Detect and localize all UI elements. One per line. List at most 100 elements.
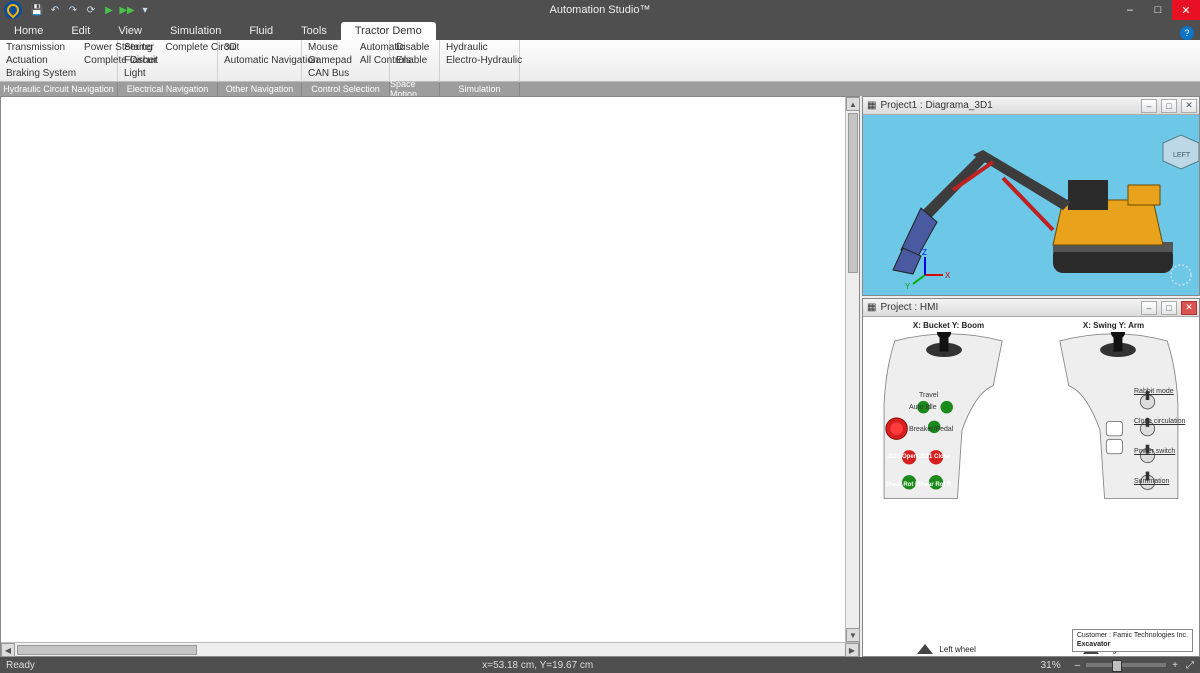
zoom-slider[interactable]: [1086, 663, 1166, 667]
cmd-braking-system[interactable]: Braking System: [6, 67, 76, 80]
scroll-up-icon[interactable]: ▲: [846, 97, 860, 111]
svg-text:Y: Y: [905, 282, 911, 291]
minimize-button[interactable]: –: [1116, 0, 1144, 20]
lbl-jopen: J031 Open: [887, 454, 917, 460]
lbl-sum: Summation: [1134, 478, 1169, 485]
menu-tabs: Home Edit View Simulation Fluid Tools Tr…: [0, 20, 1200, 40]
cmd-mouse[interactable]: Mouse: [308, 41, 352, 54]
tab-simulation[interactable]: Simulation: [156, 22, 235, 40]
panel-3d: ▦ Project1 : Diagrama_3D1 – □ ✕: [862, 96, 1200, 296]
cmd-hydraulic[interactable]: Hydraulic: [446, 41, 522, 54]
close-button[interactable]: ✕: [1172, 0, 1200, 20]
panel-hmi-min-button[interactable]: –: [1141, 301, 1157, 315]
grp-label-hydraulic: Hydraulic Circuit Navigation: [0, 82, 118, 96]
panel-3d-max-button[interactable]: □: [1161, 99, 1177, 113]
scroll-down-icon[interactable]: ▼: [846, 628, 860, 642]
grp-label-space: Space Motion: [390, 82, 440, 96]
scroll-left-icon[interactable]: ◀: [1, 643, 15, 657]
horizontal-scrollbar[interactable]: ◀ ▶: [1, 642, 859, 656]
view-3d[interactable]: X Y Z LEFT: [863, 115, 1199, 295]
cmd-enable[interactable]: Enable: [396, 54, 429, 67]
tab-tractor-demo[interactable]: Tractor Demo: [341, 22, 436, 40]
qat-play2-icon[interactable]: ▶▶: [120, 3, 134, 17]
qat-undo-icon[interactable]: ↶: [48, 3, 62, 17]
grp-label-other: Other Navigation: [218, 82, 302, 96]
lbl-travel: Travel: [919, 392, 938, 399]
tab-edit[interactable]: Edit: [57, 22, 104, 40]
cmd-flasher[interactable]: Flasher: [124, 54, 157, 67]
panel-hmi-icon: ▦: [867, 302, 876, 313]
lbl-shearR: Shear Rot R: [917, 482, 951, 488]
ribbon-group-space-motion: Disable Enable: [390, 40, 440, 82]
cmd-light[interactable]: Light: [124, 67, 157, 80]
svg-text:Z: Z: [922, 248, 927, 257]
panel-3d-min-button[interactable]: –: [1141, 99, 1157, 113]
maximize-button[interactable]: □: [1144, 0, 1172, 20]
status-coords: x=53.18 cm, Y=19.67 cm: [482, 660, 593, 671]
cmd-gamepad[interactable]: Gamepad: [308, 54, 352, 67]
scroll-thumb-v[interactable]: [848, 113, 858, 273]
qat-play-icon[interactable]: ▶: [102, 3, 116, 17]
lbl-breaker: Breaker/Pedal: [909, 426, 953, 433]
fit-icon[interactable]: ⤢: [1186, 660, 1194, 671]
panel-hmi: ▦ Project : HMI – □ ✕ X: Bucket Y: Boom: [862, 298, 1200, 657]
status-bar: Ready x=53.18 cm, Y=19.67 cm 31% – + ⤢: [0, 657, 1200, 673]
lbl-close: Close circulation: [1134, 418, 1185, 425]
help-icon[interactable]: ?: [1180, 26, 1194, 40]
cmd-actuation[interactable]: Actuation: [6, 54, 76, 67]
qat-redo-icon[interactable]: ↷: [66, 3, 80, 17]
lbl-jclose: J031 Close: [919, 454, 950, 460]
qat-refresh-icon[interactable]: ⟳: [84, 3, 98, 17]
hmi-mini-titleblock: Customer : Famic Technologies Inc. Excav…: [1072, 629, 1193, 652]
tab-tools[interactable]: Tools: [287, 22, 341, 40]
cmd-disable[interactable]: Disable: [396, 41, 429, 54]
panel-3d-icon: ▦: [867, 100, 876, 111]
qat-save-icon[interactable]: 💾: [30, 3, 44, 17]
cmd-starter[interactable]: Starter: [124, 41, 157, 54]
quick-access-toolbar: 💾 ↶ ↷ ⟳ ▶ ▶▶ ▾: [30, 3, 152, 17]
scroll-thumb-h[interactable]: [17, 645, 197, 655]
grp-label-sim: Simulation: [440, 82, 520, 96]
panel-hmi-title: Project : HMI: [880, 302, 938, 313]
tab-view[interactable]: View: [104, 22, 156, 40]
panel-3d-close-button[interactable]: ✕: [1181, 99, 1197, 113]
joy-right-label: X: Swing Y: Arm: [1083, 321, 1144, 330]
app-icon[interactable]: [4, 1, 22, 19]
ribbon-group-simulation: Hydraulic Electro-Hydraulic: [440, 40, 520, 82]
zoom-in-icon[interactable]: +: [1172, 660, 1178, 671]
zoom-out-icon[interactable]: –: [1075, 660, 1081, 671]
window-buttons: – □ ✕: [1116, 0, 1200, 20]
app-title: Automation Studio™: [550, 4, 651, 16]
vertical-scrollbar[interactable]: ▲ ▼: [845, 97, 859, 642]
right-panels: ▦ Project1 : Diagrama_3D1 – □ ✕: [862, 96, 1200, 657]
schematic-window: SHEAR ATTACHMENT BUCKET BOOM ARM Travel …: [0, 96, 860, 657]
grp-label-control: Control Selection: [302, 82, 390, 96]
svg-text:X: X: [945, 271, 951, 280]
cmd-electrohydraulic[interactable]: Electro-Hydraulic: [446, 54, 522, 67]
lbl-left-wheel: Left wheel: [939, 645, 975, 654]
svg-text:LEFT: LEFT: [1173, 152, 1191, 159]
ribbon: Transmission Actuation Braking System Po…: [0, 40, 1200, 82]
qat-dropdown-icon[interactable]: ▾: [138, 3, 152, 17]
tab-fluid[interactable]: Fluid: [235, 22, 287, 40]
workspace: SHEAR ATTACHMENT BUCKET BOOM ARM Travel …: [0, 96, 1200, 657]
joy-left-label: X: Bucket Y: Boom: [913, 321, 984, 330]
ribbon-group-electrical-nav: Starter Flasher Light Complete Circuit: [118, 40, 218, 82]
panel-3d-title: Project1 : Diagrama_3D1: [880, 100, 992, 111]
status-ready: Ready: [6, 660, 35, 671]
panel-hmi-max-button[interactable]: □: [1161, 301, 1177, 315]
panel-hmi-close-button[interactable]: ✕: [1181, 301, 1197, 315]
ribbon-group-hydraulic-nav: Transmission Actuation Braking System Po…: [0, 40, 118, 82]
ribbon-group-control-sel: Mouse Gamepad CAN Bus Automatic All Cont…: [302, 40, 390, 82]
status-zoom: 31%: [1041, 660, 1061, 671]
lbl-rabbit: Rabbit mode: [1134, 388, 1174, 395]
cmd-can-bus[interactable]: CAN Bus: [308, 67, 352, 80]
tab-home[interactable]: Home: [0, 22, 57, 40]
scroll-right-icon[interactable]: ▶: [845, 643, 859, 657]
ribbon-group-labels: Hydraulic Circuit Navigation Electrical …: [0, 82, 1200, 96]
cmd-transmission[interactable]: Transmission: [6, 41, 76, 54]
grp-label-electrical: Electrical Navigation: [118, 82, 218, 96]
title-bar: 💾 ↶ ↷ ⟳ ▶ ▶▶ ▾ Automation Studio™ – □ ✕: [0, 0, 1200, 20]
lbl-autoidle: Auto Idle: [909, 404, 937, 411]
hmi-view[interactable]: X: Bucket Y: Boom: [863, 317, 1199, 656]
